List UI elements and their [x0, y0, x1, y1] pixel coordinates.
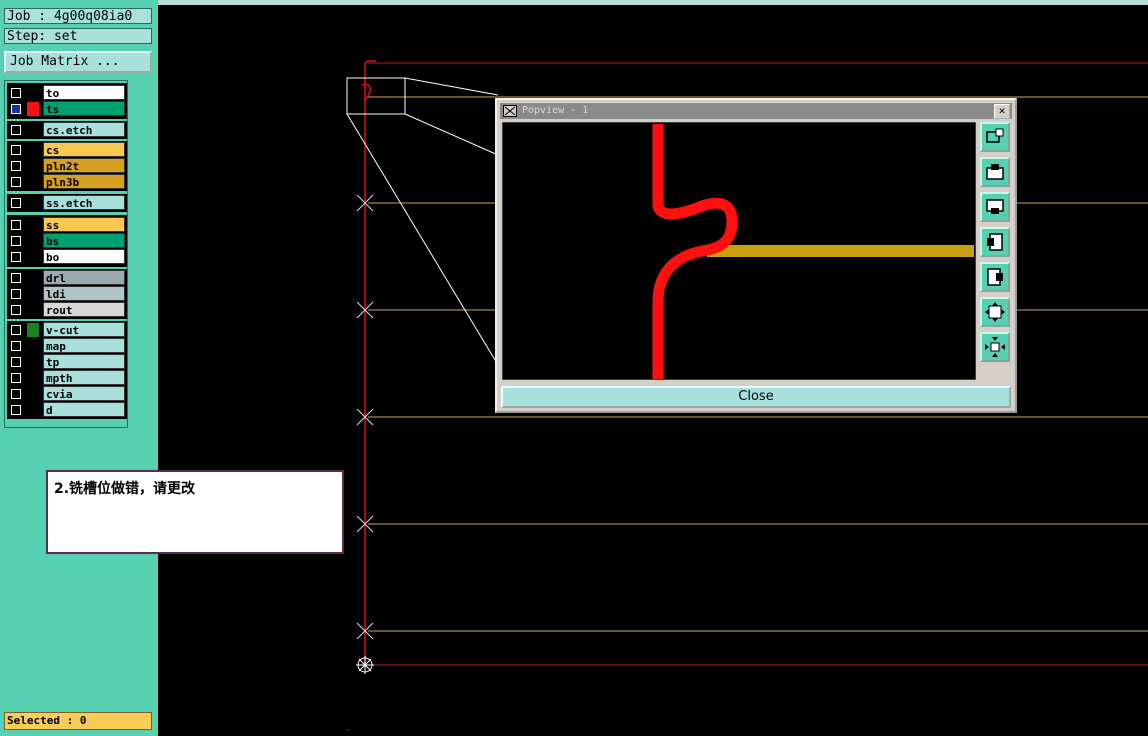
layer-name[interactable]: map	[43, 338, 125, 353]
layer-row-d[interactable]: d	[7, 402, 127, 418]
layer-row-ts[interactable]: ts	[7, 101, 127, 117]
layer-name[interactable]: pln2t	[43, 158, 125, 173]
close-icon[interactable]: ✕	[994, 104, 1010, 119]
layer-row-cs[interactable]: cs	[7, 142, 127, 158]
popview-canvas[interactable]	[502, 122, 976, 380]
layer-name[interactable]: ts	[43, 101, 125, 116]
zoom-fit-icon[interactable]	[980, 122, 1010, 152]
pan-down-icon[interactable]	[980, 192, 1010, 222]
layer-group-inner: cs pln2t pln3b	[7, 141, 127, 191]
layer-row-bo[interactable]: bo	[7, 249, 127, 265]
layer-name[interactable]: cvia	[43, 386, 125, 401]
layer-row-bs[interactable]: bs	[7, 233, 127, 249]
layer-name[interactable]: to	[43, 85, 125, 100]
layer-row-ss-etch[interactable]: ss.etch	[7, 195, 127, 211]
layer-color-swatch	[27, 323, 39, 337]
layer-checkbox[interactable]	[11, 125, 21, 135]
layer-group-bottom: ss bs bo	[7, 215, 127, 267]
layer-name[interactable]: bs	[43, 233, 125, 248]
annotation-note: 2.铣槽位做错，请更改	[46, 470, 344, 554]
layer-checkbox[interactable]	[11, 236, 21, 246]
popview-title: Popview - 1	[522, 105, 589, 116]
layer-checkbox[interactable]	[11, 373, 21, 383]
layer-name[interactable]: ss.etch	[43, 195, 125, 210]
layer-checkbox[interactable]	[11, 145, 21, 155]
layer-name[interactable]: tp	[43, 354, 125, 369]
layer-row-mpth[interactable]: mpth	[7, 370, 127, 386]
pan-left-icon[interactable]	[980, 227, 1010, 257]
layer-row-pln3b[interactable]: pln3b	[7, 174, 127, 190]
popview-window[interactable]: Popview - 1 ✕ Close	[495, 98, 1017, 413]
layer-checkbox[interactable]	[11, 161, 21, 171]
layer-row-drl[interactable]: drl	[7, 270, 127, 286]
zoom-out-icon[interactable]	[980, 332, 1010, 362]
layer-group-cs-etch: cs.etch	[7, 121, 127, 139]
layer-name[interactable]: ss	[43, 217, 125, 232]
layer-checkbox[interactable]	[11, 325, 21, 335]
layer-name[interactable]: d	[43, 402, 125, 417]
app-icon	[503, 105, 517, 117]
layer-checkbox[interactable]	[11, 177, 21, 187]
layer-row-tp[interactable]: tp	[7, 354, 127, 370]
layer-checkbox[interactable]	[11, 220, 21, 230]
layer-row-map[interactable]: map	[7, 338, 127, 354]
selected-status: Selected : 0	[4, 712, 152, 730]
layer-row-to[interactable]: to	[7, 85, 127, 101]
popview-titlebar[interactable]: Popview - 1 ✕	[500, 103, 1012, 119]
layer-checkbox[interactable]	[11, 273, 21, 283]
layer-name[interactable]: ldi	[43, 286, 125, 301]
layer-group-top: to ts	[7, 83, 127, 119]
job-matrix-button[interactable]: Job Matrix ...	[4, 51, 152, 73]
layer-name[interactable]: mpth	[43, 370, 125, 385]
layer-color-swatch	[27, 102, 39, 116]
layer-name[interactable]: rout	[43, 302, 125, 317]
layer-checkbox[interactable]	[11, 252, 21, 262]
layer-checkbox[interactable]	[11, 88, 21, 98]
layer-checkbox[interactable]	[11, 357, 21, 367]
layer-row-cs-etch[interactable]: cs.etch	[7, 122, 127, 138]
layer-row-v-cut[interactable]: v-cut	[7, 322, 127, 338]
close-button[interactable]: Close	[501, 386, 1011, 408]
layer-name[interactable]: cs.etch	[43, 122, 125, 137]
layer-row-pln2t[interactable]: pln2t	[7, 158, 127, 174]
layer-sidebar: Job : 4g00q08ia0 Step: set Job Matrix ..…	[0, 0, 158, 736]
layer-row-rout[interactable]: rout	[7, 302, 127, 318]
layer-row-ldi[interactable]: ldi	[7, 286, 127, 302]
layer-name[interactable]: bo	[43, 249, 125, 264]
origin-marker	[356, 656, 374, 674]
layer-name[interactable]: drl	[43, 270, 125, 285]
layer-checkbox[interactable]	[11, 104, 21, 114]
layer-checkbox[interactable]	[11, 389, 21, 399]
zoom-in-icon[interactable]	[980, 297, 1010, 327]
step-label: Step: set	[4, 28, 152, 44]
layer-checkbox[interactable]	[11, 289, 21, 299]
layer-checkbox[interactable]	[11, 341, 21, 351]
annotation-text: 2.铣槽位做错，请更改	[54, 481, 196, 497]
layer-row-ss[interactable]: ss	[7, 217, 127, 233]
layer-checkbox[interactable]	[11, 305, 21, 315]
job-label: Job : 4g00q08ia0	[4, 8, 152, 24]
layer-group-misc: v-cut map tp mpth cvia d	[7, 321, 127, 419]
layer-list: to ts cs.etch cs pln2t pln3b ss.etch ss …	[4, 80, 128, 428]
zoom-region-box	[346, 77, 499, 366]
layer-group-drill: drl ldi rout	[7, 269, 127, 319]
layer-name[interactable]: pln3b	[43, 174, 125, 189]
rout-path	[361, 60, 376, 665]
layer-checkbox[interactable]	[11, 198, 21, 208]
pan-up-icon[interactable]	[980, 157, 1010, 187]
layer-color-swatch	[27, 86, 39, 100]
pan-right-icon[interactable]	[980, 262, 1010, 292]
layer-name[interactable]: v-cut	[43, 322, 125, 337]
layer-checkbox[interactable]	[11, 405, 21, 415]
layer-row-cvia[interactable]: cvia	[7, 386, 127, 402]
layer-name[interactable]: cs	[43, 142, 125, 157]
layer-group-ss-etch: ss.etch	[7, 194, 127, 212]
